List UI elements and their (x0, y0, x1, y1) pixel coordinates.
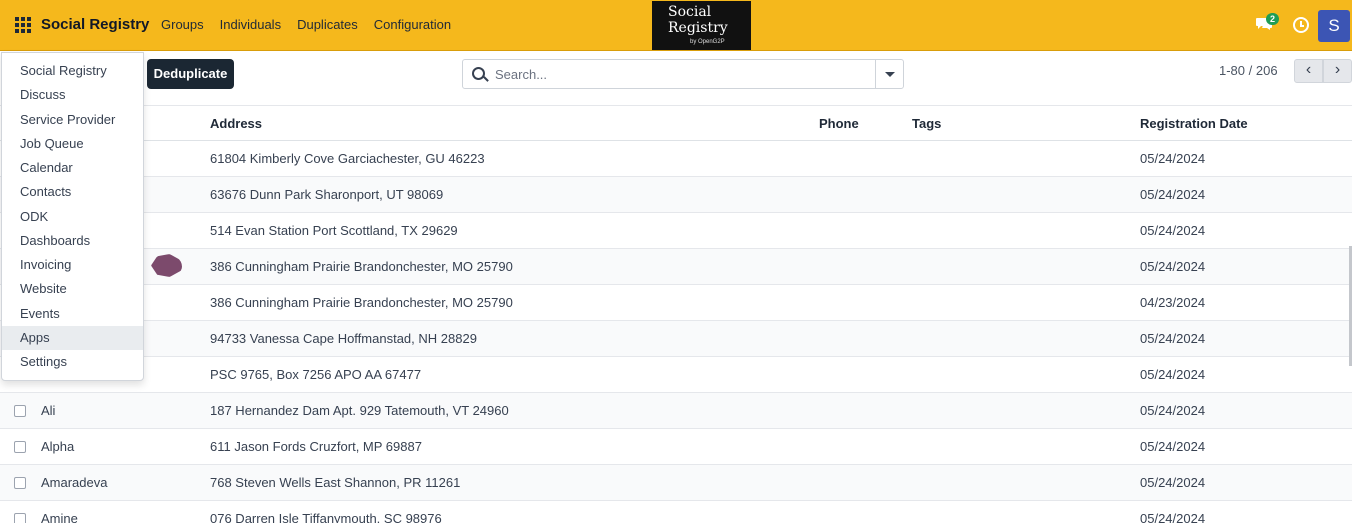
apps-menu-item-contacts[interactable]: Contacts (2, 180, 143, 204)
search-input[interactable] (495, 66, 875, 83)
table-row[interactable]: Amine 076 Darren Isle Tiffanymouth, SC 98… (0, 501, 1352, 523)
cell-address: 768 Steven Wells East Shannon, PR 11261 (210, 475, 461, 490)
deduplicate-button[interactable]: Deduplicate (147, 59, 234, 89)
cell-address: 63676 Dunn Park Sharonport, UT 98069 (210, 187, 444, 202)
apps-menu-item-social-registry[interactable]: Social Registry (2, 59, 143, 83)
search-options-toggle[interactable] (875, 60, 903, 88)
chevron-right-icon: › (1334, 61, 1341, 78)
cell-registration-date: 05/24/2024 (1140, 151, 1206, 166)
apps-grid-icon[interactable] (15, 17, 31, 33)
cell-registration-date: 05/24/2024 (1140, 367, 1206, 382)
menu-configuration[interactable]: Configuration (374, 17, 451, 32)
app-brand[interactable]: Social Registry (41, 16, 149, 33)
cell-name: Amine (41, 511, 78, 523)
cell-address: 386 Cunningham Prairie Brandonchester, M… (210, 295, 513, 310)
row-checkbox[interactable] (14, 513, 26, 523)
top-navbar: Social Registry Groups Individuals Dupli… (0, 0, 1352, 51)
apps-menu-item-apps[interactable]: Apps (2, 325, 143, 350)
apps-menu-item-settings[interactable]: Settings (2, 350, 143, 374)
user-avatar[interactable]: S (1318, 10, 1350, 42)
cell-name: Amaradeva (41, 475, 108, 490)
apps-menu-item-odk[interactable]: ODK (2, 205, 143, 229)
apps-menu-item-discuss[interactable]: Discuss (2, 83, 143, 107)
activity-clock-icon[interactable] (1293, 17, 1309, 33)
cell-registration-date: 05/24/2024 (1140, 259, 1206, 274)
column-phone[interactable]: Phone (819, 116, 859, 131)
cell-registration-date: 05/24/2024 (1140, 511, 1206, 523)
cell-registration-date: 05/24/2024 (1140, 439, 1206, 454)
table-row[interactable]: Alpha 611 Jason Fords Cruzfort, MP 69887 0… (0, 429, 1352, 465)
table-row[interactable]: 61804 Kimberly Cove Garciachester, GU 46… (0, 141, 1352, 177)
apps-menu-item-invoicing[interactable]: Invoicing (2, 253, 143, 277)
pager-next-button[interactable]: › (1323, 59, 1352, 83)
menu-individuals[interactable]: Individuals (220, 17, 281, 32)
apps-dropdown-menu: Social Registry Discuss Service Provider Jo… (1, 52, 144, 381)
menu-groups[interactable]: Groups (161, 17, 204, 32)
apps-menu-item-calendar[interactable]: Calendar (2, 156, 143, 180)
table-row[interactable]: Amaradeva 768 Steven Wells East Shannon, … (0, 465, 1352, 501)
table-row[interactable]: Ali 187 Hernandez Dam Apt. 929 Tatemouth,… (0, 393, 1352, 429)
apps-menu-item-website[interactable]: Website (2, 277, 143, 301)
cell-address: 94733 Vanessa Cape Hoffmanstad, NH 28829 (210, 331, 477, 346)
table-row[interactable]: 386 Cunningham Prairie Brandonchester, M… (0, 285, 1352, 321)
column-address[interactable]: Address (210, 116, 262, 131)
row-checkbox[interactable] (14, 441, 26, 453)
table-row[interactable]: PSC 9765, Box 7256 APO AA 67477 05/24/202… (0, 357, 1352, 393)
chevron-left-icon: ‹ (1305, 61, 1312, 78)
cell-address: 514 Evan Station Port Scottland, TX 2962… (210, 223, 458, 238)
pager-previous-button[interactable]: ‹ (1294, 59, 1323, 83)
main-menu: Groups Individuals Duplicates Configurat… (161, 17, 451, 32)
cell-registration-date: 05/24/2024 (1140, 187, 1206, 202)
table-row[interactable]: 63676 Dunn Park Sharonport, UT 98069 05/2… (0, 177, 1352, 213)
row-checkbox[interactable] (14, 477, 26, 489)
search-box (462, 59, 904, 89)
apps-menu-item-service-provider[interactable]: Service Provider (2, 108, 143, 132)
table-row[interactable]: 514 Evan Station Port Scottland, TX 2962… (0, 213, 1352, 249)
social-registry-logo: Social Registry by OpenG2P (652, 1, 751, 50)
search-icon (472, 67, 485, 80)
cell-registration-date: 04/23/2024 (1140, 295, 1206, 310)
apps-menu-item-events[interactable]: Events (2, 302, 143, 326)
cell-name: Ali (41, 403, 56, 418)
column-tags[interactable]: Tags (912, 116, 941, 131)
apps-menu-item-job-queue[interactable]: Job Queue (2, 132, 143, 156)
column-registration-date[interactable]: Registration Date (1140, 116, 1248, 131)
records-table: Address Phone Tags Registration Date 618… (0, 105, 1352, 523)
cell-address: 61804 Kimberly Cove Garciachester, GU 46… (210, 151, 485, 166)
table-header: Address Phone Tags Registration Date (0, 106, 1352, 141)
table-row[interactable]: 386 Cunningham Prairie Brandonchester, M… (0, 249, 1352, 285)
cell-address: PSC 9765, Box 7256 APO AA 67477 (210, 367, 422, 382)
cell-address: 076 Darren Isle Tiffanymouth, SC 98976 (210, 511, 442, 523)
menu-duplicates[interactable]: Duplicates (297, 17, 358, 32)
table-row[interactable]: 94733 Vanessa Cape Hoffmanstad, NH 28829… (0, 321, 1352, 357)
row-checkbox[interactable] (14, 405, 26, 417)
cell-address: 386 Cunningham Prairie Brandonchester, M… (210, 259, 513, 274)
cell-address: 187 Hernandez Dam Apt. 929 Tatemouth, VT… (210, 403, 509, 418)
cell-registration-date: 05/24/2024 (1140, 331, 1206, 346)
cell-registration-date: 05/24/2024 (1140, 223, 1206, 238)
apps-menu-item-dashboards[interactable]: Dashboards (2, 229, 143, 253)
cell-name: Alpha (41, 439, 75, 454)
pager-value[interactable]: 1-80 / 206 (1219, 63, 1278, 78)
cell-registration-date: 05/24/2024 (1140, 475, 1206, 490)
cell-address: 611 Jason Fords Cruzfort, MP 69887 (210, 439, 422, 454)
messages-count-badge: 2 (1266, 13, 1280, 25)
cell-registration-date: 05/24/2024 (1140, 403, 1206, 418)
